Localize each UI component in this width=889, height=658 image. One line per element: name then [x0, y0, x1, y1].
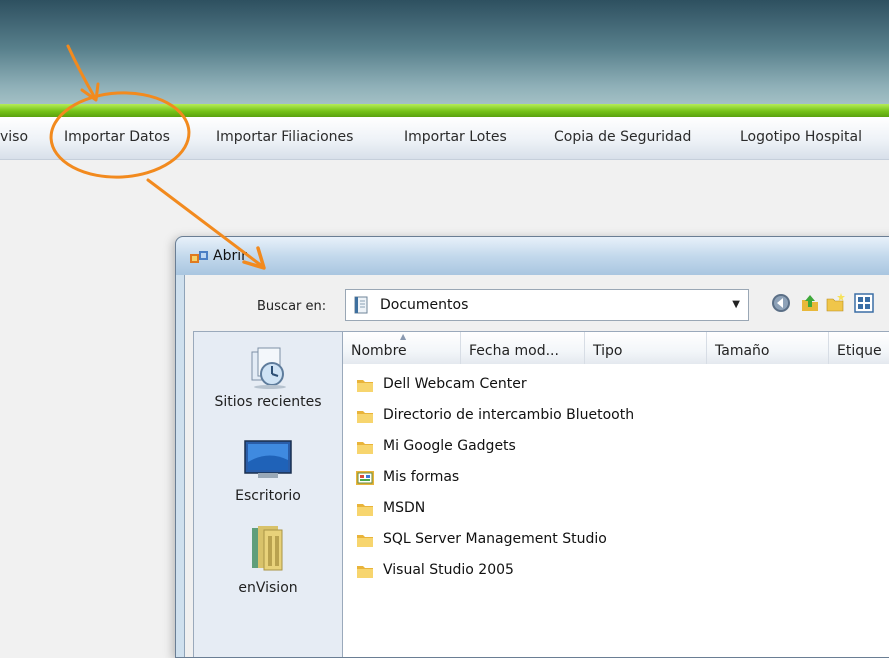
sort-up-icon: ▲ [400, 332, 407, 341]
menu-item-importar-lotes[interactable]: Importar Lotes [404, 129, 507, 145]
user-folder-icon [252, 526, 283, 571]
file-list: ▲ Nombre Fecha mod... Tipo Tamaño Etique… [343, 331, 889, 657]
column-header-date[interactable]: Fecha mod... [461, 332, 585, 364]
place-desktop-label: Escritorio [235, 488, 301, 504]
dialog-title: Abrir [213, 248, 247, 264]
documents-folder-icon [354, 296, 368, 314]
folder-icon [357, 504, 373, 516]
new-folder-icon[interactable] [825, 292, 847, 314]
menu-item-aviso[interactable]: viso [0, 129, 28, 145]
open-file-dialog: Abrir Buscar en: Documentos ▼ Sitios rec… [175, 236, 889, 658]
app-header-band [0, 0, 889, 108]
folder-icon [357, 442, 373, 454]
open-dialog-icon [190, 251, 208, 263]
menu-item-copia-de-seguridad[interactable]: Copia de Seguridad [554, 129, 691, 145]
place-recent-label: Sitios recientes [214, 394, 322, 410]
menu-item-importar-datos[interactable]: Importar Datos [64, 129, 170, 145]
folder-icon [357, 411, 373, 423]
look-in-label: Buscar en: [257, 299, 327, 314]
desktop-icon [244, 440, 292, 478]
places-bar: Sitios recientes Escritorio enVision [193, 331, 343, 657]
special-folder-icon [356, 471, 374, 485]
folder-icon [357, 566, 373, 578]
look-in-value: Documentos [380, 297, 469, 313]
folder-icon [357, 380, 373, 392]
views-menu-icon[interactable] [853, 292, 875, 314]
column-header-name[interactable]: ▲ Nombre [343, 332, 461, 364]
column-header-size[interactable]: Tamaño [707, 332, 829, 364]
column-header-tags[interactable]: Etique [829, 332, 889, 364]
dialog-client-area: Buscar en: Documentos ▼ Sitios recientes… [184, 275, 889, 657]
folder-icon [357, 535, 373, 547]
header-accent-line [0, 104, 889, 117]
menu-bar: viso Importar Datos Importar Filiaciones… [0, 117, 889, 160]
place-envision-label: enVision [238, 580, 298, 596]
recent-places-icon [251, 347, 286, 389]
up-folder-icon[interactable] [799, 292, 821, 314]
menu-item-importar-filiaciones[interactable]: Importar Filiaciones [216, 129, 353, 145]
chevron-down-icon[interactable]: ▼ [732, 299, 740, 310]
dialog-titlebar[interactable]: Abrir [176, 237, 889, 275]
look-in-combobox[interactable]: Documentos ▼ [345, 289, 749, 321]
column-header-type[interactable]: Tipo [585, 332, 707, 364]
back-arrow-icon[interactable] [770, 292, 792, 314]
menu-item-logotipo-hospital[interactable]: Logotipo Hospital [740, 129, 862, 145]
